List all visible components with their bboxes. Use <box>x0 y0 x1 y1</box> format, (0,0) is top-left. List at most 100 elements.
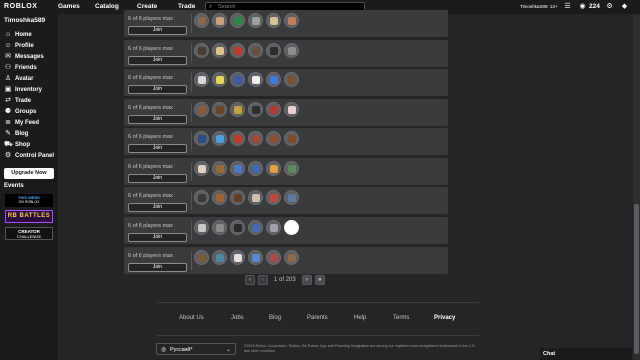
player-avatar[interactable] <box>230 190 245 206</box>
player-avatar[interactable] <box>266 101 281 117</box>
notifications-icon[interactable]: ◆ <box>620 2 629 11</box>
sidebar-item-my-feed[interactable]: ≣ My Feed <box>4 118 39 128</box>
player-avatar[interactable] <box>230 72 245 88</box>
language-select[interactable]: ◍ Русский* ⌄ <box>156 343 236 355</box>
player-avatar[interactable] <box>212 131 227 147</box>
player-avatar[interactable] <box>212 160 227 176</box>
player-avatar[interactable] <box>230 101 245 117</box>
player-avatar[interactable] <box>230 131 245 147</box>
nav-trade[interactable]: Trade <box>178 3 195 10</box>
footer-link-help[interactable]: Help <box>354 315 366 321</box>
footer-link-parents[interactable]: Parents <box>307 315 328 321</box>
player-avatar[interactable] <box>194 131 209 147</box>
player-avatar[interactable] <box>248 220 263 236</box>
player-avatar[interactable] <box>248 131 263 147</box>
nav-catalog[interactable]: Catalog <box>95 3 119 10</box>
player-avatar[interactable] <box>212 249 227 265</box>
sidebar-item-shop[interactable]: ⛟ Shop <box>4 140 30 150</box>
player-avatar[interactable] <box>230 13 245 28</box>
player-avatar[interactable] <box>248 72 263 88</box>
footer-link-jobs[interactable]: Jobs <box>231 315 244 321</box>
first-page-button[interactable]: « <box>245 275 255 285</box>
player-avatar[interactable] <box>194 13 209 28</box>
player-avatar[interactable] <box>212 72 227 88</box>
event-banner-creator-challenge[interactable]: CREATOR CHALLENGE <box>5 227 53 240</box>
join-button[interactable]: Join <box>128 114 187 124</box>
player-avatar[interactable] <box>266 42 281 58</box>
sidebar-item-control-panel[interactable]: ⚙ Control Panel <box>4 151 54 161</box>
sidebar-item-profile[interactable]: ☺ Profile <box>4 41 33 51</box>
player-avatar[interactable] <box>284 42 299 58</box>
player-avatar[interactable] <box>230 220 245 236</box>
player-avatar[interactable] <box>284 190 299 206</box>
page-scrollbar[interactable] <box>633 14 640 360</box>
scrollbar-thumb[interactable] <box>634 204 639 354</box>
player-avatar[interactable] <box>212 13 227 28</box>
player-avatar[interactable] <box>248 249 263 265</box>
sidebar-item-friends[interactable]: ⚇ Friends <box>4 63 37 73</box>
player-avatar[interactable] <box>248 101 263 117</box>
player-avatar[interactable] <box>212 42 227 58</box>
player-avatar[interactable] <box>194 220 209 236</box>
player-avatar[interactable] <box>194 101 209 117</box>
nav-games[interactable]: Games <box>58 3 80 10</box>
join-button[interactable]: Join <box>128 233 187 243</box>
player-avatar[interactable] <box>284 131 299 147</box>
player-avatar[interactable] <box>194 190 209 206</box>
join-button[interactable]: Join <box>128 85 187 95</box>
player-avatar[interactable] <box>284 220 299 236</box>
sidebar-item-trade[interactable]: ⇄ Trade <box>4 96 31 106</box>
robux-balance[interactable]: 224 <box>589 3 600 10</box>
player-avatar[interactable] <box>284 160 299 176</box>
player-avatar[interactable] <box>194 160 209 176</box>
join-button[interactable]: Join <box>128 262 187 272</box>
join-button[interactable]: Join <box>128 55 187 65</box>
player-avatar[interactable] <box>248 42 263 58</box>
chat-icon[interactable]: ☰ <box>563 2 572 11</box>
player-avatar[interactable] <box>212 190 227 206</box>
last-page-button[interactable]: » <box>314 275 325 285</box>
upgrade-now-button[interactable]: Upgrade Now <box>4 168 54 179</box>
player-avatar[interactable] <box>248 190 263 206</box>
footer-link-privacy[interactable]: Privacy <box>434 315 455 321</box>
footer-link-terms[interactable]: Terms <box>393 315 409 321</box>
topbar-username[interactable]: TimoshkaS89: 13+ <box>520 4 557 9</box>
previous-page-button[interactable]: ‹ <box>258 275 268 285</box>
event-banner-rb-battles[interactable]: RB BATTLES <box>5 210 53 223</box>
player-avatar[interactable] <box>266 249 281 265</box>
player-avatar[interactable] <box>266 160 281 176</box>
player-avatar[interactable] <box>212 101 227 117</box>
chat-bar[interactable]: Chat <box>540 348 632 360</box>
sidebar-item-home[interactable]: ⌂ Home <box>4 30 32 40</box>
player-avatar[interactable] <box>266 190 281 206</box>
player-avatar[interactable] <box>194 72 209 88</box>
player-avatar[interactable] <box>284 249 299 265</box>
sidebar-item-inventory[interactable]: ▣ Inventory <box>4 85 42 95</box>
join-button[interactable]: Join <box>128 26 187 35</box>
player-avatar[interactable] <box>266 131 281 147</box>
player-avatar[interactable] <box>266 72 281 88</box>
player-avatar[interactable] <box>230 160 245 176</box>
robux-icon[interactable]: ◉ <box>578 2 587 11</box>
player-avatar[interactable] <box>266 220 281 236</box>
player-avatar[interactable] <box>266 13 281 28</box>
player-avatar[interactable] <box>284 72 299 88</box>
sidebar-item-blog[interactable]: ✎ Blog <box>4 129 28 139</box>
join-button[interactable]: Join <box>128 173 187 183</box>
event-banner-this-week[interactable]: THIS WEEK ON ROBLOX <box>5 194 53 207</box>
roblox-logo[interactable]: ROBLOX <box>4 3 38 10</box>
player-avatar[interactable] <box>248 13 263 28</box>
footer-link-about-us[interactable]: About Us <box>179 315 204 321</box>
nav-create[interactable]: Create <box>137 3 157 10</box>
sidebar-item-groups[interactable]: ⚈ Groups <box>4 107 36 117</box>
player-avatar[interactable] <box>212 220 227 236</box>
player-avatar[interactable] <box>248 160 263 176</box>
footer-link-blog[interactable]: Blog <box>269 315 281 321</box>
next-page-button[interactable]: › <box>301 275 312 285</box>
player-avatar[interactable] <box>284 13 299 28</box>
join-button[interactable]: Join <box>128 144 187 154</box>
player-avatar[interactable] <box>230 249 245 265</box>
player-avatar[interactable] <box>194 42 209 58</box>
join-button[interactable]: Join <box>128 203 187 213</box>
player-avatar[interactable] <box>194 249 209 265</box>
